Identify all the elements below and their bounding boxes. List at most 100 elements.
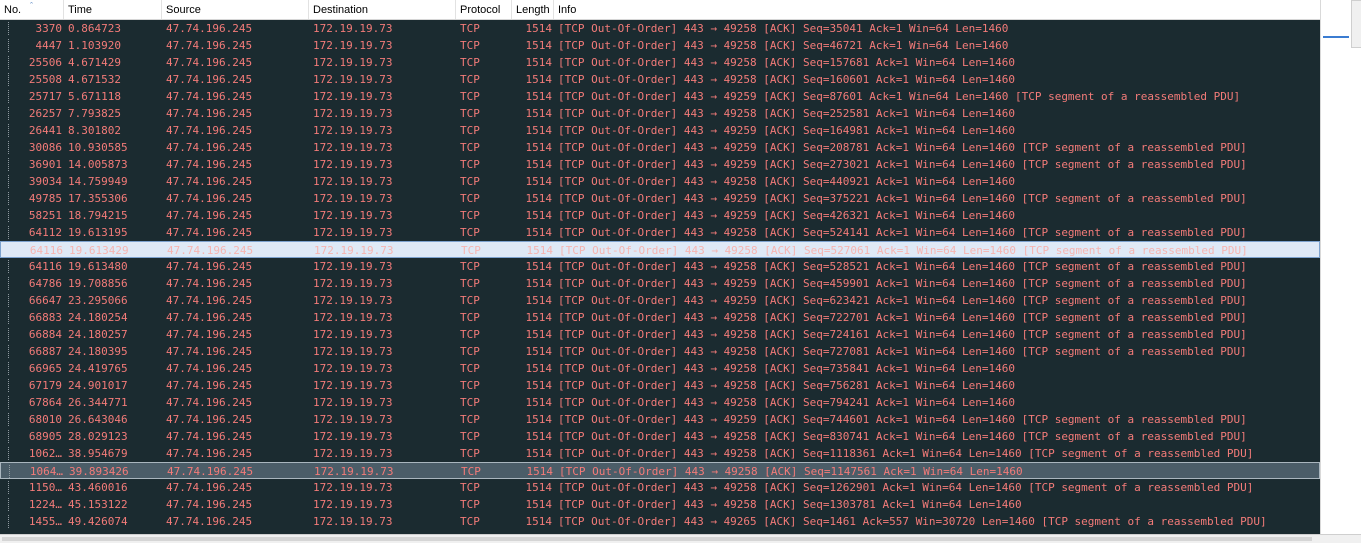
packet-time: 24.419765 xyxy=(68,362,128,375)
packet-info: [TCP Out-Of-Order] 443 → 49259 [ACK] Seq… xyxy=(558,141,1247,154)
packet-no: 58251 xyxy=(28,209,62,222)
packet-destination: 172.19.19.73 xyxy=(313,294,393,307)
packet-row[interactable]: 64112 19.613195 47.74.196.245 172.19.19.73 T… xyxy=(0,224,1320,241)
packet-no: 26257 xyxy=(28,107,62,120)
packet-row[interactable]: 68010 26.643046 47.74.196.245 172.19.19.73 T… xyxy=(0,411,1320,428)
packet-time: 39.893426 xyxy=(69,465,129,478)
scrollbar-thumb[interactable] xyxy=(1351,0,1361,48)
packet-row[interactable]: 49785 17.355306 47.74.196.245 172.19.19.73 T… xyxy=(0,190,1320,207)
packet-destination: 172.19.19.73 xyxy=(313,124,393,137)
packet-destination: 172.19.19.73 xyxy=(313,175,393,188)
packet-time: 45.153122 xyxy=(68,498,128,511)
packet-no: 1150… xyxy=(28,481,62,494)
packet-destination: 172.19.19.73 xyxy=(313,73,393,86)
packet-source: 47.74.196.245 xyxy=(167,465,254,478)
packet-source: 47.74.196.245 xyxy=(166,430,253,443)
packet-protocol: TCP xyxy=(460,294,480,307)
packet-info: [TCP Out-Of-Order] 443 → 49259 [ACK] Seq… xyxy=(558,413,1247,426)
packet-no: 30086 xyxy=(28,141,62,154)
related-packet-marker xyxy=(8,379,9,392)
packet-row[interactable]: 66884 24.180257 47.74.196.245 172.19.19.73 T… xyxy=(0,326,1320,343)
column-header-length[interactable]: Length xyxy=(512,0,554,19)
packet-info: [TCP Out-Of-Order] 443 → 49259 [ACK] Seq… xyxy=(558,124,1015,137)
horizontal-scrollbar-thumb[interactable] xyxy=(2,537,1312,541)
packet-row[interactable]: 25508 4.671532 47.74.196.245 172.19.19.73 TC… xyxy=(0,71,1320,88)
packet-row[interactable]: 66965 24.419765 47.74.196.245 172.19.19.73 T… xyxy=(0,360,1320,377)
packet-time: 19.708856 xyxy=(68,277,128,290)
packet-row[interactable]: 30086 10.930585 47.74.196.245 172.19.19.73 T… xyxy=(0,139,1320,156)
related-packet-marker xyxy=(8,158,9,171)
column-header-protocol-label: Protocol xyxy=(460,4,501,16)
packet-row[interactable]: 58251 18.794215 47.74.196.245 172.19.19.73 T… xyxy=(0,207,1320,224)
related-packet-marker xyxy=(8,481,9,494)
packet-length: 1514 xyxy=(525,39,553,52)
packet-row[interactable]: 25717 5.671118 47.74.196.245 172.19.19.73 TC… xyxy=(0,88,1320,105)
packet-no: 64116 xyxy=(28,260,62,273)
column-header-time[interactable]: Time xyxy=(64,0,162,19)
packet-info: [TCP Out-Of-Order] 443 → 49258 [ACK] Seq… xyxy=(558,226,1247,239)
packet-row[interactable]: 39034 14.759949 47.74.196.245 172.19.19.73 T… xyxy=(0,173,1320,190)
packet-no: 66883 xyxy=(28,311,62,324)
packet-row[interactable]: 36901 14.005873 47.74.196.245 172.19.19.73 T… xyxy=(0,156,1320,173)
packet-time: 24.180257 xyxy=(68,328,128,341)
selected-packet-minimap-mark xyxy=(1323,36,1349,38)
packet-length: 1514 xyxy=(525,209,553,222)
related-packet-marker xyxy=(8,175,9,188)
packet-length: 1514 xyxy=(525,175,553,188)
packet-protocol: TCP xyxy=(460,141,480,154)
packet-time: 49.426074 xyxy=(68,515,128,528)
column-header-destination[interactable]: Destination xyxy=(309,0,456,19)
packet-row[interactable]: 64116 19.613429 47.74.196.245 172.19.19.73 T… xyxy=(0,241,1320,258)
packet-no: 4447 xyxy=(35,39,63,52)
packet-row[interactable]: 64116 19.613480 47.74.196.245 172.19.19.73 T… xyxy=(0,258,1320,275)
packet-source: 47.74.196.245 xyxy=(166,498,253,511)
packet-time: 19.613195 xyxy=(68,226,128,239)
packet-source: 47.74.196.245 xyxy=(166,226,253,239)
packet-row[interactable]: 26441 8.301802 47.74.196.245 172.19.19.73 TC… xyxy=(0,122,1320,139)
packet-row[interactable]: 66647 23.295066 47.74.196.245 172.19.19.73 T… xyxy=(0,292,1320,309)
packet-length: 1514 xyxy=(525,90,553,103)
packet-info: [TCP Out-Of-Order] 443 → 49258 [ACK] Seq… xyxy=(558,430,1247,443)
packet-row[interactable]: 67864 26.344771 47.74.196.245 172.19.19.73 T… xyxy=(0,394,1320,411)
column-header-no-label: No. xyxy=(4,4,22,16)
column-header-info-label: Info xyxy=(558,4,577,16)
packet-row[interactable]: 1224… 45.153122 47.74.196.245 172.19.19.73 T… xyxy=(0,496,1320,513)
packet-row[interactable]: 25506 4.671429 47.74.196.245 172.19.19.73 TC… xyxy=(0,54,1320,71)
packet-destination: 172.19.19.73 xyxy=(313,226,393,239)
packet-row[interactable]: 67179 24.901017 47.74.196.245 172.19.19.73 T… xyxy=(0,377,1320,394)
packet-row[interactable]: 1150… 43.460016 47.74.196.245 172.19.19.73 T… xyxy=(0,479,1320,496)
packet-time: 26.344771 xyxy=(68,396,128,409)
vertical-scrollbar[interactable] xyxy=(1320,0,1361,534)
packet-info: [TCP Out-Of-Order] 443 → 49258 [ACK] Seq… xyxy=(558,107,1015,120)
column-header-source-label: Source xyxy=(166,4,201,16)
packet-protocol: TCP xyxy=(460,124,480,137)
packet-source: 47.74.196.245 xyxy=(166,294,253,307)
column-header-source[interactable]: Source xyxy=(162,0,309,19)
column-header-protocol[interactable]: Protocol xyxy=(456,0,512,19)
packet-row[interactable]: 68905 28.029123 47.74.196.245 172.19.19.73 T… xyxy=(0,428,1320,445)
column-header-no[interactable]: No. ˆ xyxy=(0,0,64,19)
related-packet-marker xyxy=(9,465,10,478)
packet-protocol: TCP xyxy=(460,362,480,375)
packet-no: 67864 xyxy=(28,396,62,409)
packet-time: 18.794215 xyxy=(68,209,128,222)
packet-row[interactable]: 26257 7.793825 47.74.196.245 172.19.19.73 TC… xyxy=(0,105,1320,122)
packet-length: 1514 xyxy=(525,328,553,341)
packet-row[interactable]: 66883 24.180254 47.74.196.245 172.19.19.73 T… xyxy=(0,309,1320,326)
packet-row[interactable]: 4447 1.103920 47.74.196.245 172.19.19.73 TCP… xyxy=(0,37,1320,54)
packet-length: 1514 xyxy=(525,481,553,494)
packet-row[interactable]: 1062… 38.954679 47.74.196.245 172.19.19.73 T… xyxy=(0,445,1320,462)
packet-length: 1514 xyxy=(525,413,553,426)
packet-time: 24.180254 xyxy=(68,311,128,324)
packet-no: 26441 xyxy=(28,124,62,137)
packet-row[interactable]: 66887 24.180395 47.74.196.245 172.19.19.73 T… xyxy=(0,343,1320,360)
packet-row[interactable]: 1064… 39.893426 47.74.196.245 172.19.19.73 T… xyxy=(0,462,1320,479)
packet-info: [TCP Out-Of-Order] 443 → 49258 [ACK] Seq… xyxy=(558,379,1015,392)
related-packet-marker xyxy=(8,22,9,35)
packet-row[interactable]: 64786 19.708856 47.74.196.245 172.19.19.73 T… xyxy=(0,275,1320,292)
packet-row[interactable]: 1455… 49.426074 47.74.196.245 172.19.19.73 T… xyxy=(0,513,1320,530)
packet-row[interactable]: 3370 0.864723 47.74.196.245 172.19.19.73 TCP… xyxy=(0,20,1320,37)
column-header-info[interactable]: Info xyxy=(554,0,1320,19)
packet-no: 66884 xyxy=(28,328,62,341)
packet-source: 47.74.196.245 xyxy=(166,192,253,205)
